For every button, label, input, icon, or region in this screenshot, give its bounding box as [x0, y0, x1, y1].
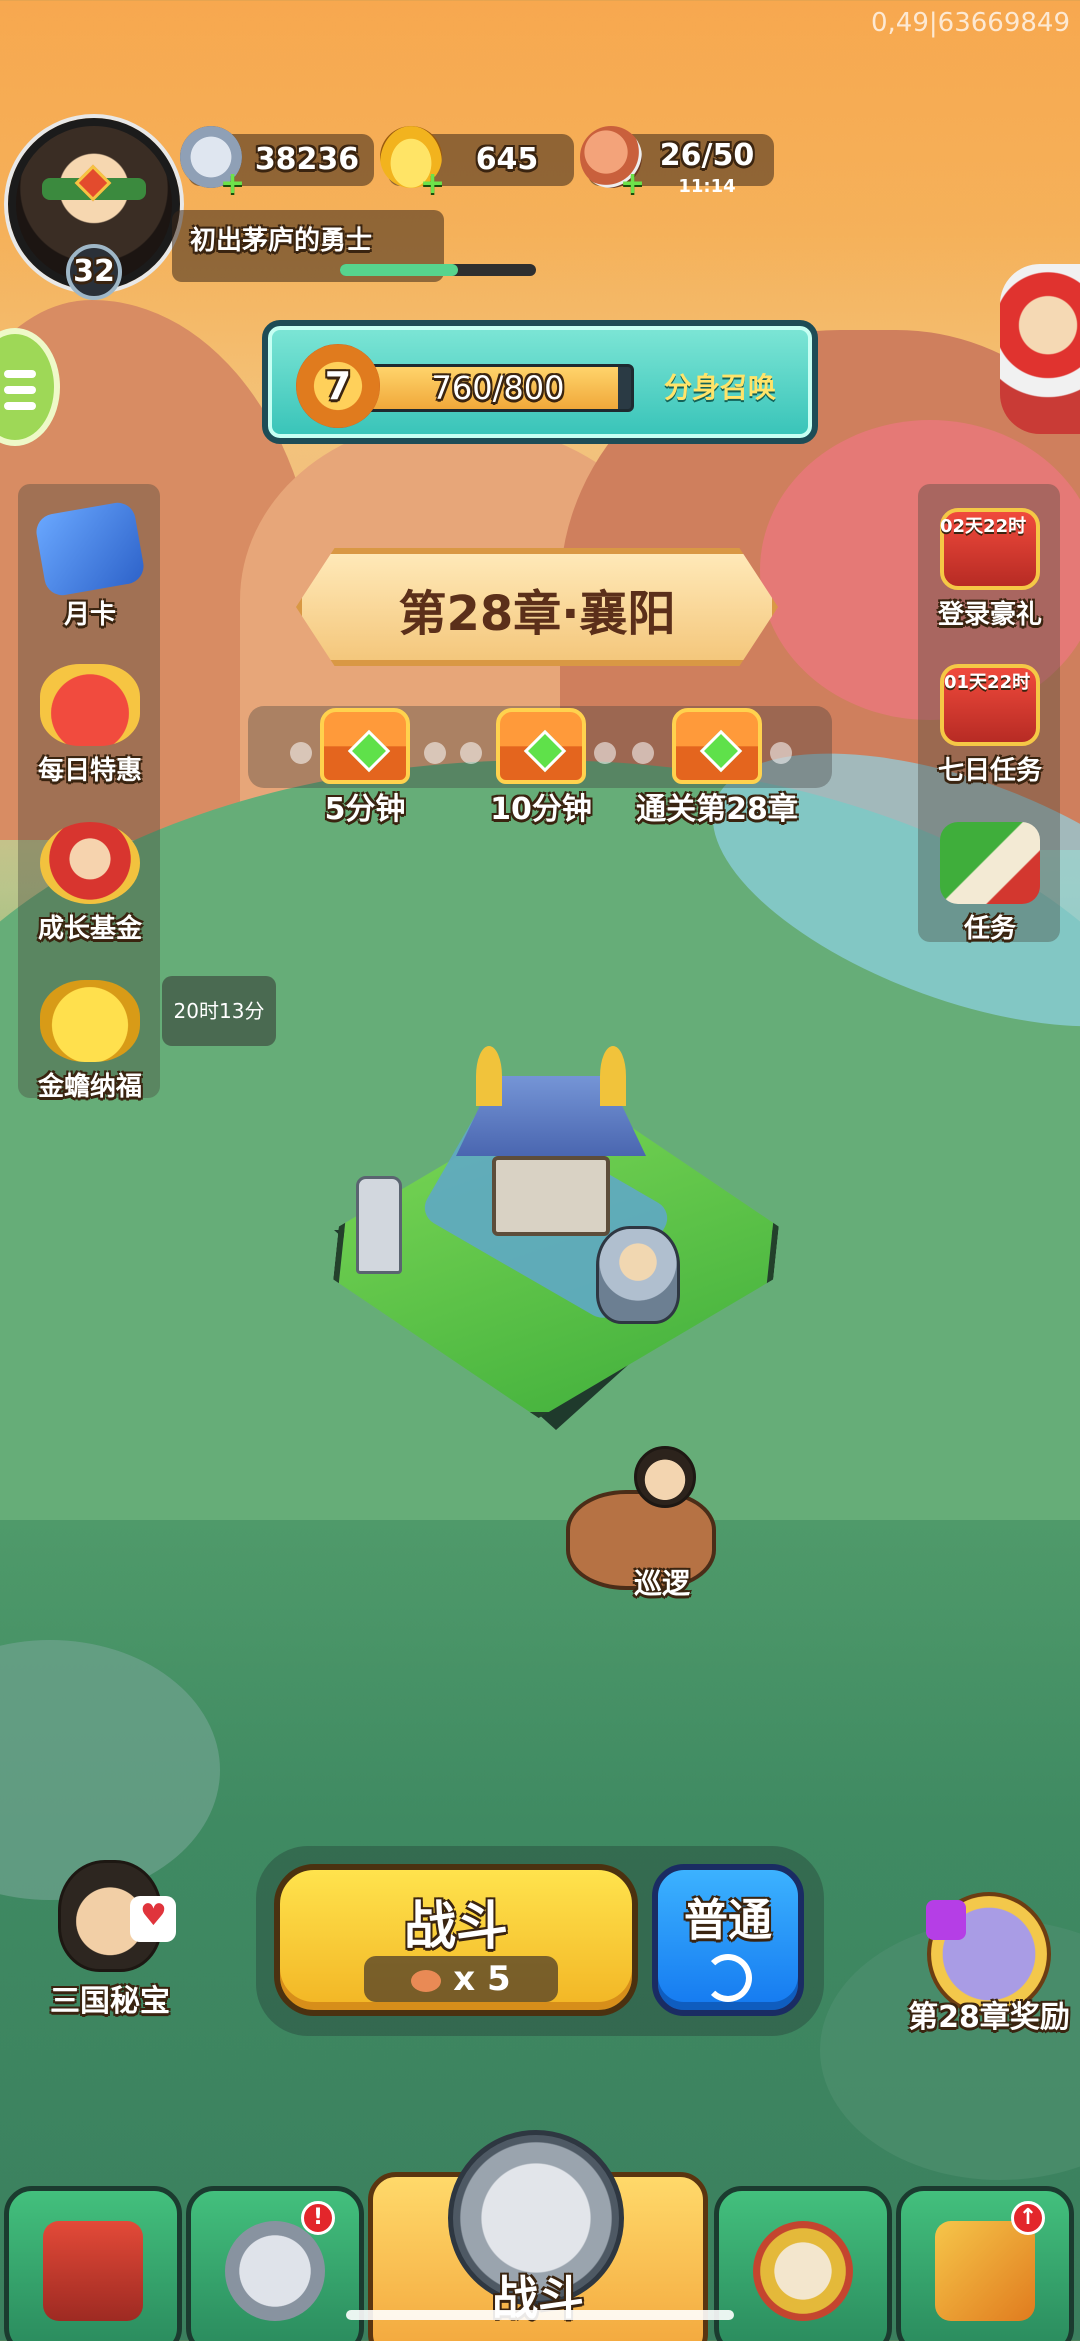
golden-toad-timer: 20时13分	[162, 976, 276, 1046]
summon-progress-text: 760/800	[431, 369, 565, 407]
summon-level-medal-icon: 7	[296, 344, 380, 428]
silver-value: 38236	[254, 142, 360, 177]
player-level-badge: 32	[66, 244, 122, 300]
stamina-timer: 11:14	[678, 176, 736, 197]
patrol-label: 巡逻	[633, 1567, 690, 1600]
add-gold-icon[interactable]: +	[420, 169, 445, 199]
menu-line-icon	[4, 402, 36, 410]
gold-value: 645	[475, 142, 539, 177]
xp-bar-fill	[340, 264, 458, 276]
chest-chapter-clear-label: 通关第28章	[636, 792, 798, 827]
gift-bag-icon	[40, 664, 140, 746]
puzzle-piece-icon	[926, 1900, 966, 1940]
menu-line-icon	[4, 386, 36, 394]
xp-bar	[340, 264, 536, 276]
battle-cost-value: x 5	[453, 1959, 511, 1999]
progress-dot	[594, 742, 616, 764]
heart-bubble-icon	[130, 1896, 176, 1942]
chest-5min-icon[interactable]	[320, 708, 410, 784]
clone-summon-banner[interactable]: 760/800 7 分身召唤	[262, 320, 818, 444]
chapter-title: 第28章·襄阳	[398, 586, 676, 642]
monthly-card-label: 月卡	[63, 600, 116, 630]
login-gift-timer: 02天22时	[940, 516, 1027, 537]
gate-icon	[43, 2221, 143, 2321]
menu-line-icon	[4, 370, 36, 378]
progress-dot	[290, 742, 312, 764]
growth-fund-label: 成长基金	[37, 914, 142, 944]
nav-tab-city[interactable]	[4, 2186, 182, 2341]
enemy-warrior[interactable]	[596, 1226, 680, 1324]
nav-tab-upgrade[interactable]: ↑	[896, 2186, 1074, 2341]
roof-horn	[476, 1046, 502, 1106]
progress-dot	[424, 742, 446, 764]
golden-toad-label: 金蟾纳福	[37, 1072, 142, 1102]
golden-toad-button[interactable]: 金蟾纳福	[20, 980, 160, 1103]
well-base	[492, 1156, 610, 1236]
progress-dot	[460, 742, 482, 764]
player-name-panel[interactable]: 初出茅庐的勇士	[172, 210, 536, 282]
treasure-label: 三国秘宝	[50, 1984, 170, 2019]
gold-resource[interactable]: + 645	[380, 126, 574, 199]
chest-10min-icon[interactable]	[496, 708, 586, 784]
daily-deal-button[interactable]: 每日特惠	[20, 664, 160, 787]
progress-dot	[770, 742, 792, 764]
equipment-alert-icon: !	[301, 2201, 335, 2235]
refresh-icon	[704, 1954, 752, 2002]
growth-fund-icon	[40, 822, 140, 904]
login-gift-label: 登录豪礼	[937, 600, 1042, 630]
chest-chapter-clear-icon[interactable]	[672, 708, 762, 784]
player-title: 初出茅庐的勇士	[190, 226, 373, 256]
difficulty-label: 普通	[684, 1895, 772, 1946]
well-building	[456, 1046, 646, 1236]
summon-progress-bar: 760/800	[362, 364, 634, 412]
daily-deal-label: 每日特惠	[37, 756, 142, 786]
hero-star-icon	[753, 2221, 853, 2321]
silver-resource[interactable]: + 38236	[180, 126, 374, 199]
meat-icon	[411, 1969, 442, 1992]
general-character[interactable]	[1000, 264, 1080, 434]
fist-upgrade-icon	[935, 2221, 1035, 2321]
task-label: 任务	[963, 914, 1016, 944]
nav-tab-heroes[interactable]	[714, 2186, 892, 2341]
stamina-value: 26/50	[659, 138, 755, 173]
task-button[interactable]: 任务	[920, 822, 1060, 945]
stamina-resource[interactable]: + 26/50 11:14	[580, 126, 774, 199]
task-book-icon	[940, 822, 1040, 904]
home-indicator[interactable]	[346, 2310, 734, 2320]
roof-horn	[600, 1046, 626, 1106]
progress-dot	[632, 742, 654, 764]
monthly-card-button[interactable]: 月卡	[20, 499, 160, 631]
upgrade-alert-icon: ↑	[1011, 2201, 1045, 2235]
nav-tab-equipment[interactable]: !	[186, 2186, 364, 2341]
helmet-icon	[225, 2221, 325, 2321]
add-silver-icon[interactable]: +	[220, 169, 245, 199]
chest-10min-label: 10分钟	[490, 792, 592, 827]
battle-button-label: 战斗	[403, 1897, 508, 1957]
golden-toad-icon	[40, 980, 140, 1062]
add-stamina-icon[interactable]: +	[620, 169, 645, 199]
stone-monument	[356, 1176, 402, 1274]
monthly-card-icon	[33, 499, 147, 599]
debug-readout: 0,49|63669849	[871, 8, 1070, 38]
chapter-reward-label: 第28章奖励	[908, 2000, 1070, 2035]
growth-fund-button[interactable]: 成长基金	[20, 822, 160, 945]
seven-day-task-timer: 01天22时	[944, 672, 1031, 693]
battle-cost: x 5	[364, 1956, 558, 2002]
seven-day-task-label: 七日任务	[937, 756, 1042, 786]
chest-5min-label: 5分钟	[324, 792, 406, 827]
hero-head	[634, 1446, 696, 1508]
summon-label: 分身召唤	[663, 371, 776, 404]
